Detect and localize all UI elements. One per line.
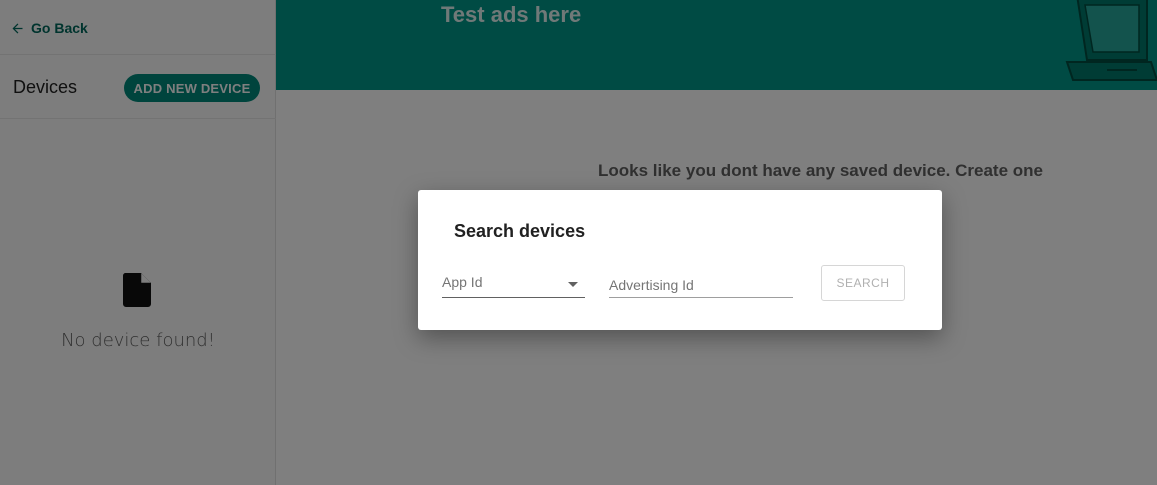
app-id-placeholder: App Id — [442, 274, 483, 290]
app-id-select[interactable]: App Id — [442, 270, 585, 298]
dialog-title: Search devices — [454, 221, 586, 241]
search-button[interactable]: SEARCH — [821, 265, 905, 301]
search-devices-dialog: Search devices App Id SEARCH — [418, 190, 942, 330]
advertising-id-input[interactable] — [609, 272, 793, 298]
caret-down-icon — [568, 282, 578, 287]
